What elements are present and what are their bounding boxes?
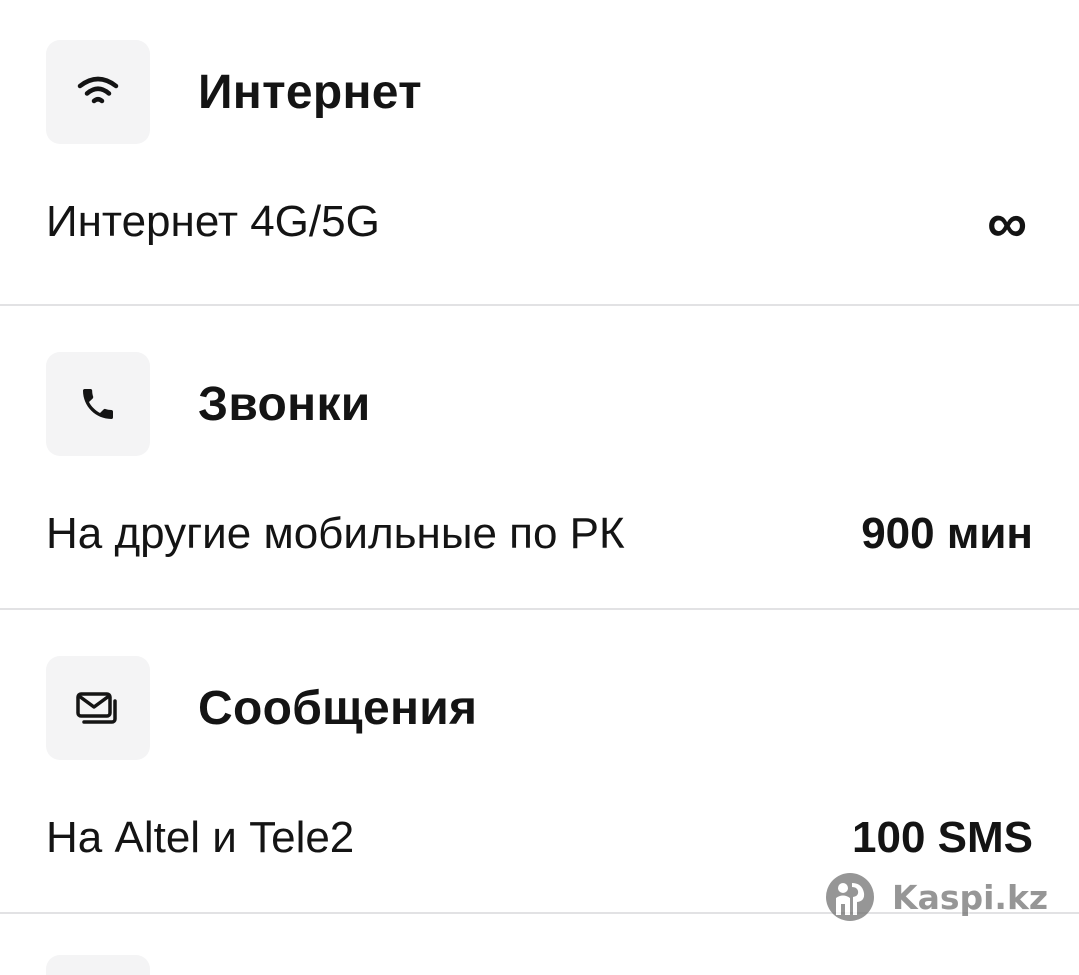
- next-section-icon: [46, 955, 150, 975]
- calls-row-value: 900 мин: [861, 509, 1033, 558]
- messages-section: Сообщения На Altel и Tele2 100 SMS: [0, 610, 1079, 912]
- internet-row-value: ∞: [987, 190, 1027, 254]
- calls-header: Звонки: [46, 352, 371, 456]
- section-title-calls: Звонки: [198, 377, 371, 431]
- phone-icon: [46, 352, 150, 456]
- kaspi-logo-icon: [826, 873, 874, 921]
- messages-row: На Altel и Tele2 100 SMS: [46, 808, 1033, 868]
- internet-row: Интернет 4G/5G ∞: [46, 190, 1033, 254]
- messages-row-label: На Altel и Tele2: [46, 813, 355, 862]
- section-title-internet: Интернет: [198, 65, 422, 119]
- section-title-messages: Сообщения: [198, 681, 478, 735]
- internet-header: Интернет: [46, 40, 422, 144]
- internet-section: Интернет Интернет 4G/5G ∞: [0, 0, 1079, 305]
- calls-section: Звонки На другие мобильные по РК 900 мин: [0, 306, 1079, 608]
- calls-row-label: На другие мобильные по РК: [46, 509, 625, 558]
- messages-icon: [46, 656, 150, 760]
- kaspi-watermark: Kaspi.kz: [824, 871, 1048, 923]
- wifi-icon: [46, 40, 150, 144]
- messages-header: Сообщения: [46, 656, 477, 760]
- messages-row-value: 100 SMS: [852, 813, 1033, 862]
- internet-row-label: Интернет 4G/5G: [46, 197, 380, 246]
- calls-row: На другие мобильные по РК 900 мин: [46, 504, 1033, 564]
- watermark-text: Kaspi.kz: [892, 877, 1049, 917]
